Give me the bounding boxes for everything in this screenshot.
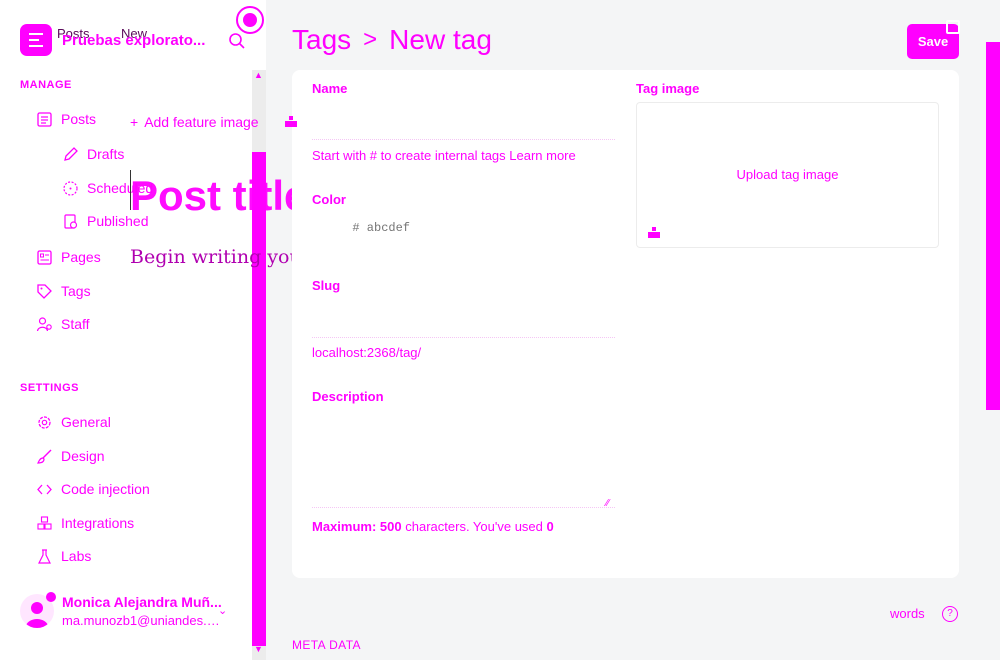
name-input[interactable] xyxy=(312,104,615,140)
slug-input[interactable] xyxy=(312,302,615,338)
max-count: 500 xyxy=(379,519,402,534)
sidebar-item-code-injection[interactable]: Code injection xyxy=(36,479,150,499)
tag-settings-card: Name Start with # to create internal tag… xyxy=(285,70,959,578)
main-scrollbar-thumb[interactable] xyxy=(986,42,1000,410)
sidebar-scrollbar-thumb[interactable] xyxy=(252,152,266,646)
sidebar-item-staff[interactable]: Staff xyxy=(36,314,90,334)
settings-section-label: SETTINGS xyxy=(20,382,80,394)
sidebar-item-integrations[interactable]: Integrations xyxy=(36,513,134,533)
sidebar-item-drafts[interactable]: Drafts xyxy=(62,144,124,164)
sidebar-item-tags[interactable]: Tags xyxy=(36,281,91,301)
menu-lines-icon xyxy=(29,31,43,49)
description-help-text: Maximum: 500 characters. You've used 0 xyxy=(312,519,554,534)
tag-image-dropzone[interactable]: Upload tag image xyxy=(636,102,939,248)
posts-icon xyxy=(37,111,52,127)
clock-icon xyxy=(63,180,78,196)
upload-tag-image-button[interactable]: Upload tag image xyxy=(637,167,938,182)
sidebar-item-posts[interactable]: Posts xyxy=(36,109,96,129)
pencil-icon xyxy=(64,146,78,161)
brush-icon xyxy=(37,449,52,464)
max-prefix: Maximum: xyxy=(312,519,377,534)
status-dot xyxy=(46,592,56,602)
published-icon xyxy=(64,213,78,229)
sidebar-item-label: Pages xyxy=(61,249,101,265)
sidebar-item-label: Drafts xyxy=(87,146,125,162)
help-icon[interactable]: ? xyxy=(942,606,958,622)
staff-icon xyxy=(36,316,52,331)
sidebar-item-label: Tags xyxy=(61,283,91,299)
sidebar-item-label: Code injection xyxy=(61,481,150,497)
meta-data-section-label[interactable]: META DATA xyxy=(292,638,361,652)
user-email[interactable]: ma.munozb1@uniandes.e... xyxy=(62,613,222,628)
sidebar-item-pages[interactable]: Pages xyxy=(36,247,101,267)
code-icon xyxy=(37,484,52,494)
flask-icon xyxy=(38,548,51,564)
scroll-down-arrow-icon[interactable]: ▼ xyxy=(254,644,263,654)
breadcrumb-separator: > xyxy=(363,26,378,53)
sidebar-item-label: Staff xyxy=(61,316,90,332)
record-icon[interactable] xyxy=(236,6,264,34)
window-icon xyxy=(946,20,960,34)
upload-icon xyxy=(648,227,660,238)
integrations-icon xyxy=(37,515,52,530)
word-count-label: words xyxy=(890,606,925,621)
color-label: Color xyxy=(312,192,346,207)
manage-section-label: MANAGE xyxy=(20,79,72,91)
page-title: New tag xyxy=(389,24,492,55)
add-feature-image-label: Add feature image xyxy=(144,114,259,130)
main-content: Tags > New tag Save Name Start with # to… xyxy=(266,0,1000,660)
sidebar-item-labs[interactable]: Labs xyxy=(36,546,91,566)
sidebar-item-label: General xyxy=(61,414,111,430)
user-name[interactable]: Monica Alejandra Muñ... xyxy=(62,594,224,610)
sidebar-item-label: Labs xyxy=(61,548,92,564)
description-textarea[interactable] xyxy=(312,408,615,508)
site-logo[interactable] xyxy=(20,24,52,56)
description-label: Description xyxy=(312,389,384,404)
chevron-down-icon[interactable]: ⌄ xyxy=(218,604,227,617)
pages-icon xyxy=(37,249,52,265)
sidebar-item-label: Posts xyxy=(61,111,97,127)
name-label: Name xyxy=(312,81,348,96)
add-feature-image-button[interactable]: + Add feature image xyxy=(130,114,259,130)
used-count: 0 xyxy=(546,519,554,534)
upload-small-icon xyxy=(285,116,297,127)
breadcrumb-tags-link[interactable]: Tags xyxy=(292,24,351,56)
sidebar-item-design[interactable]: Design xyxy=(36,446,105,466)
sidebar: Posts New Pruebas explorato... MANAGE Po… xyxy=(0,0,266,660)
name-help-text: Start with # to create internal tags Lea… xyxy=(312,148,576,163)
tag-icon xyxy=(37,283,52,299)
resize-grip-icon[interactable]: ∕∕ xyxy=(606,498,609,509)
slug-label: Slug xyxy=(312,278,341,293)
site-title[interactable]: Pruebas explorato... xyxy=(62,32,212,49)
used-text: characters. You've used xyxy=(405,519,543,534)
sidebar-item-label: Integrations xyxy=(61,515,135,531)
color-input[interactable] xyxy=(312,210,422,246)
slug-help-text: localhost:2368/tag/ xyxy=(312,345,422,360)
gear-icon xyxy=(38,415,51,429)
tag-image-label: Tag image xyxy=(636,81,700,96)
sidebar-item-general[interactable]: General xyxy=(36,412,111,432)
plus-icon: + xyxy=(130,114,139,130)
sidebar-item-label: Design xyxy=(61,448,105,464)
breadcrumb: Tags > New tag xyxy=(292,24,492,56)
scroll-up-arrow-icon[interactable]: ▲ xyxy=(254,70,263,80)
search-icon[interactable] xyxy=(228,32,246,50)
